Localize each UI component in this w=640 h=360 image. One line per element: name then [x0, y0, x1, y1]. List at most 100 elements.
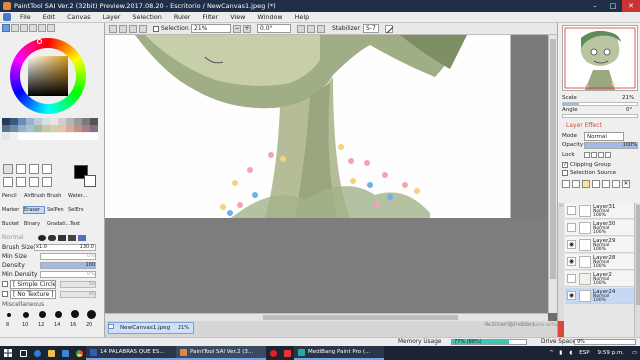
tool-selpen[interactable]: SelPen — [47, 207, 67, 213]
selection-checkbox[interactable] — [153, 26, 159, 32]
menu-filter[interactable]: Filter — [196, 12, 224, 23]
swatch[interactable] — [26, 132, 34, 140]
edge-medium-icon[interactable] — [48, 234, 56, 241]
vertical-scroll-thumb[interactable] — [550, 39, 556, 279]
volume-icon[interactable]: ◖ — [565, 346, 575, 360]
menu-file[interactable]: File — [14, 12, 37, 23]
merge-down-icon[interactable] — [602, 180, 610, 188]
menu-selection[interactable]: Selection — [126, 12, 167, 23]
rotate-left-icon[interactable] — [297, 25, 305, 33]
shape-checkbox[interactable] — [2, 281, 8, 287]
lock-all-icon[interactable] — [605, 152, 611, 158]
undo-icon[interactable] — [109, 25, 117, 33]
clock[interactable]: 9:59 p.m. — [594, 346, 628, 360]
swatch[interactable] — [18, 118, 26, 125]
zoom-field[interactable]: 21% — [191, 24, 231, 33]
swatch[interactable] — [10, 125, 18, 133]
menu-canvas[interactable]: Canvas — [61, 12, 96, 23]
tool-bucket[interactable]: Bucket — [2, 221, 22, 227]
swatch[interactable] — [26, 118, 34, 125]
swatch[interactable] — [82, 132, 90, 140]
rgb-slider-tab-icon[interactable] — [11, 24, 19, 32]
opacity-slider[interactable]: 100% — [584, 142, 638, 149]
eye-icon[interactable]: ◉ — [567, 240, 576, 249]
edge-hard-icon[interactable] — [38, 234, 46, 241]
size-preset-dot[interactable] — [87, 310, 96, 319]
menu-ruler[interactable]: Ruler — [168, 12, 197, 23]
size-preset-dot[interactable] — [39, 311, 46, 318]
layer-row[interactable]: Layer31 Normal 100% — [565, 203, 637, 219]
eye-icon[interactable]: ◉ — [567, 257, 576, 266]
magic-wand-icon[interactable] — [29, 164, 39, 174]
flip-icon[interactable] — [317, 25, 325, 33]
layer-row[interactable]: Layer30 Normal 100% — [565, 220, 637, 236]
size-preset-dot[interactable] — [7, 313, 11, 317]
clear-layer-icon[interactable] — [612, 180, 620, 188]
zoom-icon[interactable] — [139, 25, 147, 33]
lock-alpha-icon[interactable] — [598, 152, 604, 158]
tool-binary[interactable]: Binary — [24, 221, 44, 227]
swatch[interactable] — [66, 118, 74, 125]
blend-mode[interactable]: Normal — [2, 234, 36, 241]
shape-strength-slider[interactable]: 50 — [60, 281, 96, 288]
layers-scrollbar[interactable] — [634, 203, 640, 337]
scale-slider[interactable] — [562, 102, 638, 106]
swatch[interactable] — [58, 125, 66, 133]
swatch[interactable] — [90, 132, 98, 140]
lock-pixels-icon[interactable] — [584, 152, 590, 158]
tool-text[interactable]: Text — [70, 221, 90, 227]
swatch[interactable] — [2, 132, 10, 140]
swatch[interactable] — [90, 125, 98, 133]
swatch[interactable] — [18, 132, 26, 140]
brush-size-slider[interactable]: x1.0 130.0 — [34, 244, 96, 251]
hue-cursor[interactable] — [37, 39, 42, 44]
swatch[interactable] — [90, 118, 98, 125]
rotate-right-icon[interactable] — [307, 25, 315, 33]
tool-gradation[interactable]: Gradati... — [47, 221, 70, 227]
swatch[interactable] — [26, 125, 34, 133]
swatch[interactable] — [58, 118, 66, 125]
horizontal-scroll-thumb[interactable] — [263, 315, 458, 320]
edge-button[interactable] — [30, 346, 44, 360]
swatch[interactable] — [58, 132, 66, 140]
zoom-out-button[interactable]: − — [233, 25, 241, 33]
select-tool-icon[interactable] — [3, 164, 13, 174]
zoom-tool-icon[interactable] — [16, 177, 26, 187]
document-icon[interactable] — [3, 13, 11, 21]
tool-pencil[interactable]: Pencil — [2, 193, 22, 199]
color-wheel-tab-icon[interactable] — [2, 24, 10, 32]
new-folder-icon[interactable] — [582, 180, 590, 188]
taskbar-app-sai[interactable]: PaintTool SAI Ver.2 (3... — [176, 346, 266, 360]
move-tool-icon[interactable] — [3, 177, 13, 187]
swatch[interactable] — [18, 125, 26, 133]
tool-brush[interactable]: Brush — [47, 193, 67, 199]
horizontal-scrollbar[interactable] — [105, 313, 548, 321]
swatch[interactable] — [82, 125, 90, 133]
language-indicator[interactable]: ESP — [575, 346, 593, 360]
selection-source-checkbox[interactable] — [562, 170, 568, 176]
edge-soft-icon[interactable] — [58, 234, 66, 241]
visibility-toggle[interactable] — [567, 206, 576, 215]
stabilizer-field[interactable]: S-7 — [363, 24, 379, 33]
min-density-slider[interactable]: 0% — [40, 271, 96, 278]
swatch[interactable] — [34, 132, 42, 140]
menu-help[interactable]: Help — [289, 12, 316, 23]
layer-row[interactable]: Layer2 Normal 100% — [565, 271, 637, 287]
opera-button[interactable] — [266, 346, 280, 360]
swatch[interactable] — [34, 118, 42, 125]
menu-window[interactable]: Window — [251, 12, 288, 23]
menu-view[interactable]: View — [224, 12, 251, 23]
artwork[interactable] — [105, 35, 557, 313]
swatch[interactable] — [42, 118, 50, 125]
network-icon[interactable]: ▮ — [555, 346, 565, 360]
brush-shape-select[interactable]: [ Simple Circle ] — [10, 280, 56, 289]
swatch[interactable] — [66, 125, 74, 133]
clipping-group-checkbox[interactable]: ✓ — [562, 162, 568, 168]
line-icon[interactable] — [385, 25, 394, 34]
swatch[interactable] — [10, 118, 18, 125]
new-layer-icon[interactable] — [562, 180, 570, 188]
delete-layer-icon[interactable]: ✕ — [622, 180, 630, 188]
swatch[interactable] — [34, 125, 42, 133]
hand-tool-icon[interactable] — [42, 177, 52, 187]
lasso-tool-icon[interactable] — [16, 164, 26, 174]
